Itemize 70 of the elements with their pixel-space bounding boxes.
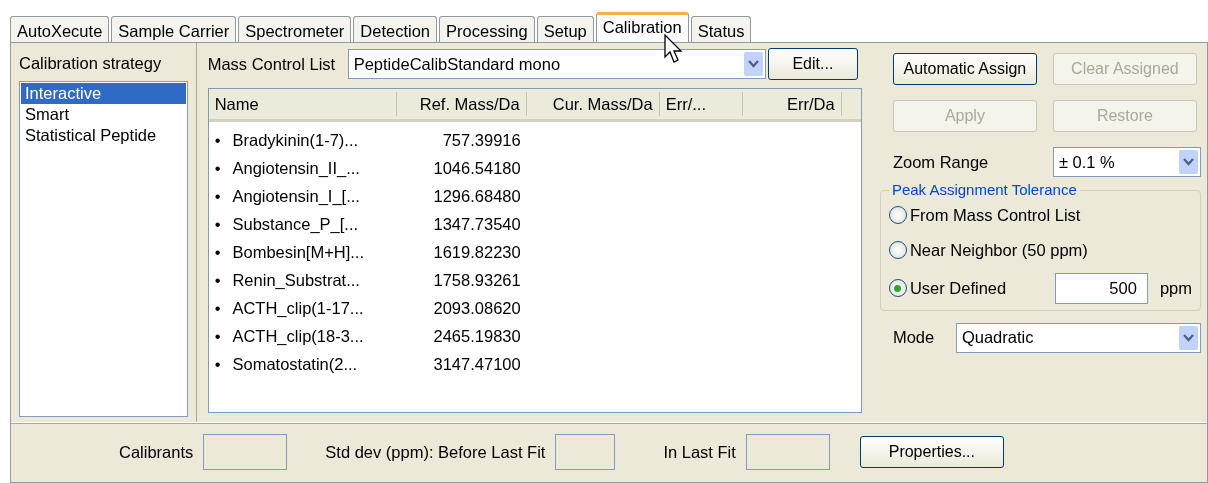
tab[interactable]: AutoXecute — [10, 16, 110, 42]
radio-label[interactable]: Near Neighbor (50 ppm) — [909, 237, 1088, 263]
table-cell-text: 1296.68480 — [432, 185, 522, 207]
row-name: Renin_Substrat... — [232, 269, 360, 291]
ppm-input[interactable]: 500 — [1054, 272, 1148, 304]
radio-button[interactable] — [888, 279, 907, 297]
tab[interactable]: Processing — [439, 16, 535, 42]
row-name: Angiotensin_II_... — [232, 157, 360, 179]
calibrants-label: Calibrants — [119, 441, 194, 463]
tab[interactable]: Setup — [536, 16, 594, 42]
column-header[interactable]: Ref. Mass/Da — [396, 91, 527, 117]
mode-dropdown[interactable]: Quadratic — [955, 322, 1201, 353]
table-cell-text: 1347.73540 — [432, 213, 522, 235]
row-name: Bombesin[M+H]... — [232, 241, 365, 263]
bullet-icon: • — [214, 267, 221, 293]
strategy-item[interactable]: Smart — [21, 103, 186, 125]
strategy-label: Calibration strategy — [19, 53, 163, 74]
dropdown-icon — [1178, 325, 1198, 350]
bullet-icon: • — [214, 155, 221, 181]
tab[interactable]: Status — [690, 16, 752, 42]
bullet-icon: • — [214, 351, 221, 377]
automatic-assign-button[interactable]: Automatic Assign — [892, 53, 1037, 85]
bullet-icon: • — [214, 183, 221, 209]
row-name: Substance_P_[... — [232, 213, 359, 235]
tab[interactable]: Detection — [353, 16, 438, 42]
tab[interactable]: Calibration — [595, 12, 689, 42]
table-cell-text: 3147.47100 — [432, 353, 522, 375]
table-cell-text: 1046.54180 — [432, 157, 522, 179]
table-cell-text: 2465.19830 — [432, 325, 522, 347]
mass-control-dropdown[interactable]: PeptideCalibStandard mono — [347, 49, 766, 79]
strategy-item[interactable]: Statistical Peptide — [21, 124, 186, 146]
column-header[interactable]: Err/Da — [742, 91, 842, 117]
table-cell-text: 1619.82230 — [432, 241, 522, 263]
bullet-icon: • — [214, 323, 221, 349]
mass-control-label: Mass Control List — [207, 53, 337, 75]
mouse-cursor-icon — [664, 34, 684, 64]
mode-label: Mode — [892, 327, 936, 349]
edit-button[interactable]: Edit... — [767, 48, 858, 80]
tab[interactable]: Sample Carrier — [111, 16, 237, 42]
table-cell-text: 2093.08620 — [432, 297, 522, 319]
properties-button[interactable]: Properties... — [859, 436, 1004, 468]
row-name: ACTH_clip(18-3... — [232, 325, 364, 347]
last-fit-label: In Last Fit — [663, 441, 736, 463]
tab[interactable]: Spectrometer — [238, 16, 352, 42]
unit-label: ppm — [1159, 277, 1192, 299]
tolerance-title: Peak Assignment Tolerance — [890, 181, 1078, 199]
column-header[interactable]: Err/... — [659, 91, 743, 117]
bullet-icon: • — [214, 239, 221, 265]
column-header[interactable]: Cur. Mass/Da — [526, 91, 660, 117]
table-cell-text: 1758.93261 — [432, 269, 522, 291]
radio-label[interactable]: From Mass Control List — [909, 203, 1081, 228]
row-name: Somatostatin(2... — [232, 353, 358, 375]
table-cell-text: 757.39916 — [441, 129, 522, 151]
zoom-range-label: Zoom Range — [892, 151, 990, 173]
bullet-icon: • — [214, 211, 221, 237]
row-name: Bradykinin(1-7)... — [232, 129, 359, 151]
radio-button[interactable] — [888, 206, 907, 225]
zoom-range-dropdown[interactable]: ± 0.1 % — [1052, 147, 1201, 177]
column-header[interactable]: Name — [208, 91, 397, 117]
dropdown-icon — [1178, 150, 1198, 174]
bullet-icon: • — [214, 295, 221, 321]
std-dev-label: Std dev (ppm): Before Last Fit — [325, 441, 546, 463]
row-name: ACTH_clip(1-17... — [232, 297, 364, 319]
dropdown-icon — [743, 52, 763, 76]
strategy-item[interactable]: Interactive — [21, 82, 186, 104]
row-name: Angiotensin_I_[... — [232, 185, 360, 207]
radio-label[interactable]: User Defined — [909, 275, 1007, 301]
bullet-icon: • — [214, 127, 221, 153]
before-fit-field — [555, 434, 616, 470]
radio-button[interactable] — [888, 241, 907, 260]
